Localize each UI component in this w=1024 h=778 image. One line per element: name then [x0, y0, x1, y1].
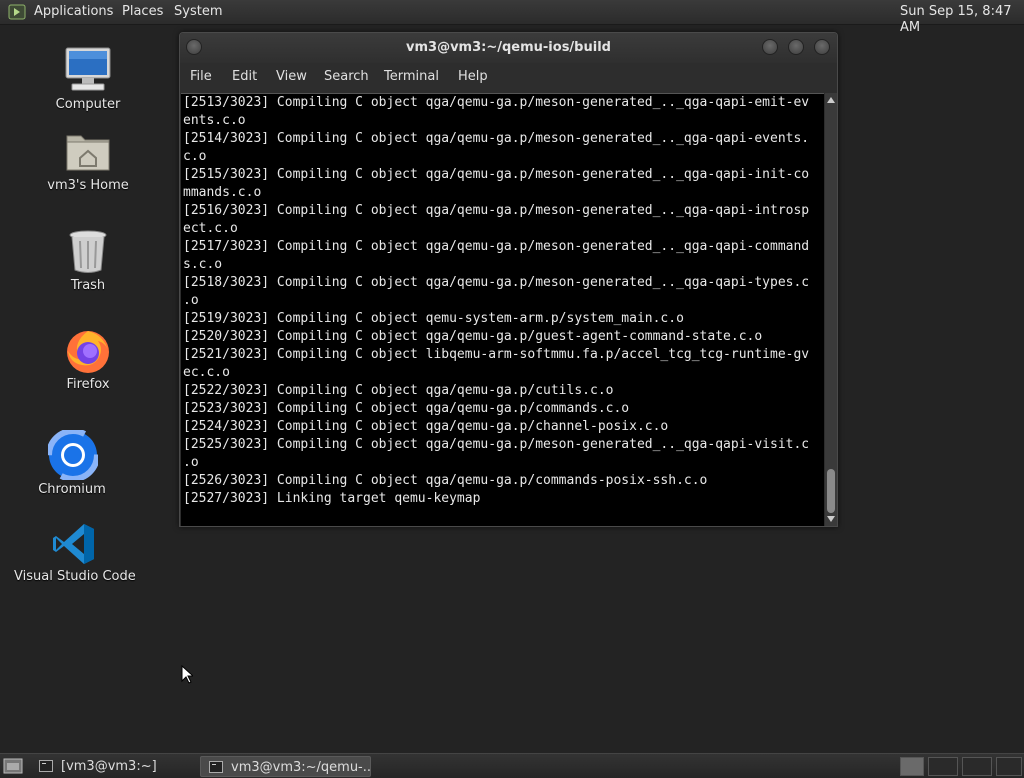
menu-search[interactable]: Search: [324, 69, 369, 85]
desktop-icon-trash[interactable]: Trash: [38, 226, 138, 296]
terminal-scrollbar[interactable]: [825, 93, 837, 526]
mouse-pointer-icon: [181, 665, 193, 684]
taskbar-item-label: vm3@vm3:~/qemu-...: [231, 760, 371, 775]
terminal-line: c.o: [183, 149, 207, 164]
menu-view[interactable]: View: [276, 69, 307, 85]
trash-icon: [69, 230, 107, 273]
terminal-line: ect.c.o: [183, 221, 238, 236]
desktop-icon-computer[interactable]: Computer: [38, 44, 138, 116]
firefox-icon: [67, 331, 109, 373]
terminal-line: .o: [183, 455, 199, 470]
menu-file[interactable]: File: [190, 69, 212, 85]
terminal-line: [2518/3023] Compiling C object qga/qemu-…: [183, 275, 810, 290]
terminal-icon: [39, 760, 53, 772]
workspace-2[interactable]: [928, 757, 958, 776]
terminal-line: [2516/3023] Compiling C object qga/qemu-…: [183, 203, 810, 218]
terminal-line: [2526/3023] Compiling C object qga/qemu-…: [183, 473, 708, 488]
desktop-icon-label: Trash: [70, 278, 106, 293]
terminal-line: [2517/3023] Compiling C object qga/qemu-…: [183, 239, 810, 254]
desktop-icon-label: Firefox: [66, 377, 110, 392]
window-title: vm3@vm3:~/qemu-ios/build: [406, 40, 611, 55]
terminal-output[interactable]: [2513/3023] Compiling C object qga/qemu-…: [181, 93, 824, 526]
desktop-icon-chromium[interactable]: Chromium: [22, 428, 122, 500]
terminal-line: [2524/3023] Compiling C object qga/qemu-…: [183, 419, 669, 434]
terminal-line: ec.c.o: [183, 365, 230, 380]
vscode-icon: [53, 524, 94, 564]
scrollbar-thumb[interactable]: [827, 469, 835, 513]
computer-icon: [65, 47, 111, 91]
terminal-line: [2523/3023] Compiling C object qga/qemu-…: [183, 401, 630, 416]
top-panel: Applications Places System Sun Sep 15, 8…: [0, 0, 1024, 35]
terminal-line: [2525/3023] Compiling C object qga/qemu-…: [183, 437, 810, 452]
terminal-line: [2527/3023] Linking target qemu-keymap: [183, 491, 481, 506]
terminal-icon: [209, 761, 223, 773]
taskbar-item-terminal-home[interactable]: [vm3@vm3:~]: [31, 756, 197, 777]
desktop-icon-label: vm3's Home: [47, 178, 129, 193]
terminal-window[interactable]: vm3@vm3:~/qemu-ios/build File Edit View …: [179, 32, 838, 527]
clock[interactable]: Sun Sep 15, 8:47 AM: [900, 4, 1024, 36]
terminal-menubar: File Edit View Search Terminal Help: [180, 63, 837, 91]
desktop-icon-label: Computer: [55, 97, 121, 112]
terminal-line: [2522/3023] Compiling C object qga/qemu-…: [183, 383, 614, 398]
terminal-line: mmands.c.o: [183, 185, 262, 200]
scroll-up-arrow-icon[interactable]: [827, 97, 835, 103]
terminal-line: s.c.o: [183, 257, 223, 272]
desktop-icon-label: Chromium: [38, 482, 106, 497]
terminal-line: [2519/3023] Compiling C object qemu-syst…: [183, 311, 684, 326]
desktop-icon-firefox[interactable]: Firefox: [38, 324, 138, 396]
window-menu-button[interactable]: [186, 39, 202, 55]
applications-menu-icon[interactable]: [8, 3, 26, 21]
scroll-down-arrow-icon[interactable]: [827, 516, 835, 522]
taskbar-item-terminal-build[interactable]: vm3@vm3:~/qemu-...: [200, 756, 371, 777]
terminal-line: [2521/3023] Compiling C object libqemu-a…: [183, 347, 810, 362]
minimize-button[interactable]: [762, 39, 778, 55]
desktop-icon-label: Visual Studio Code: [14, 569, 136, 584]
close-button[interactable]: [814, 39, 830, 55]
show-desktop-icon[interactable]: [3, 758, 23, 774]
terminal-line: [2515/3023] Compiling C object qga/qemu-…: [183, 167, 810, 182]
menu-terminal[interactable]: Terminal: [384, 69, 439, 85]
taskbar-item-label: [vm3@vm3:~]: [61, 759, 157, 774]
bottom-panel: [vm3@vm3:~] vm3@vm3:~/qemu-...: [0, 753, 1024, 778]
terminal-line: ents.c.o: [183, 113, 246, 128]
desktop-icon-vscode[interactable]: Visual Studio Code: [14, 520, 136, 590]
chromium-icon: [48, 430, 98, 480]
terminal-line: [2520/3023] Compiling C object qga/qemu-…: [183, 329, 763, 344]
workspace-4[interactable]: [996, 757, 1022, 776]
menu-help[interactable]: Help: [458, 69, 488, 85]
places-menu[interactable]: Places: [122, 4, 163, 20]
workspace-1[interactable]: [900, 757, 924, 776]
terminal-line: .o: [183, 293, 199, 308]
terminal-line: [2514/3023] Compiling C object qga/qemu-…: [183, 131, 810, 146]
window-titlebar[interactable]: vm3@vm3:~/qemu-ios/build: [180, 33, 837, 63]
workspace-3[interactable]: [962, 757, 992, 776]
home-folder-icon: [66, 135, 110, 171]
desktop-icon-home[interactable]: vm3's Home: [38, 126, 138, 196]
system-menu[interactable]: System: [174, 4, 222, 20]
menu-edit[interactable]: Edit: [232, 69, 257, 85]
maximize-button[interactable]: [788, 39, 804, 55]
terminal-line: [2513/3023] Compiling C object qga/qemu-…: [183, 95, 810, 110]
applications-menu[interactable]: Applications: [34, 4, 113, 20]
